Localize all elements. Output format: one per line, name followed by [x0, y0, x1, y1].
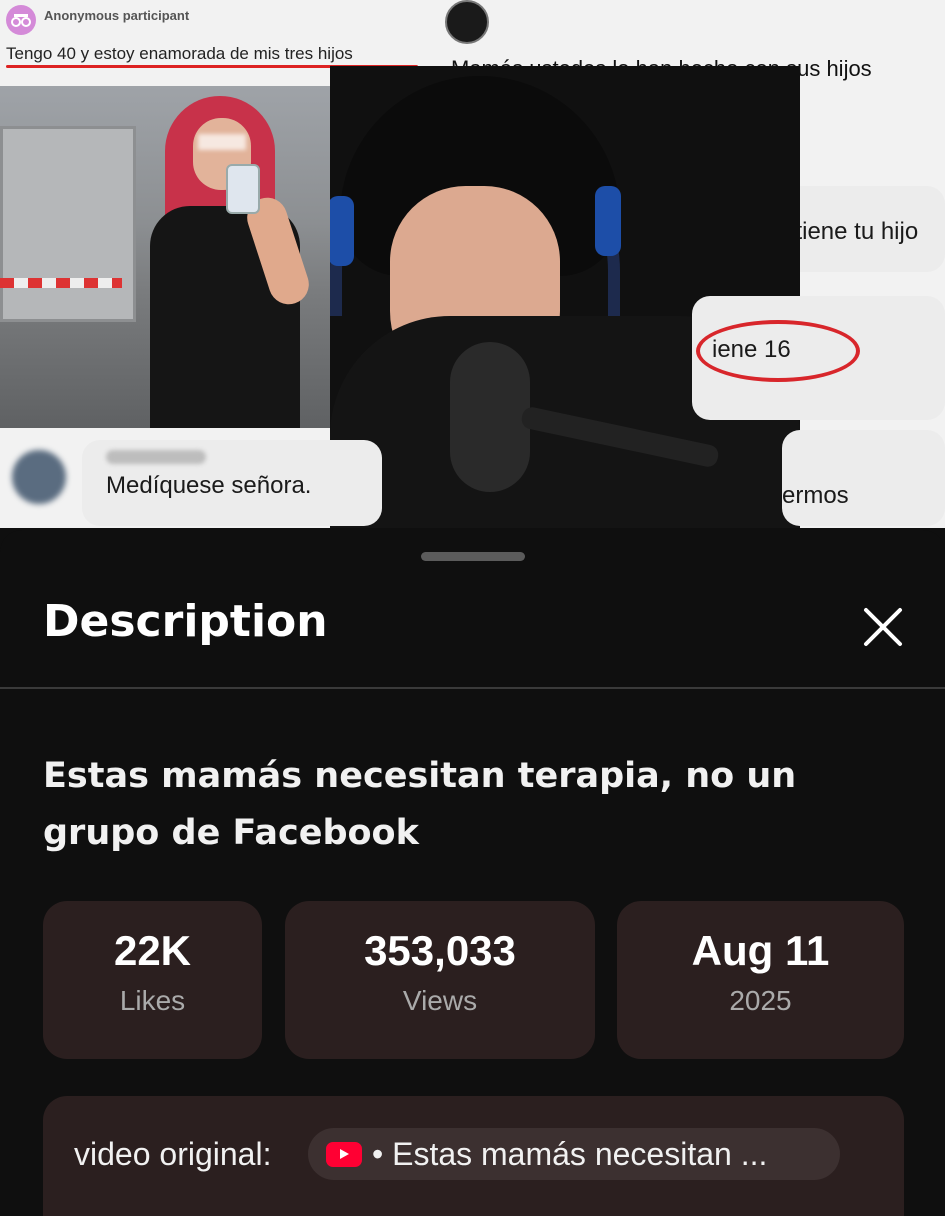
comment-text: ermos: [782, 482, 849, 509]
original-video-title: • Estas mamás necesitan ...: [372, 1135, 768, 1172]
headphone-cup-right: [595, 186, 621, 256]
publish-date: Aug 11: [691, 927, 830, 974]
views-label: Views: [402, 985, 478, 1016]
youtube-icon: [326, 1141, 362, 1167]
close-icon: [864, 608, 902, 646]
likes-count: 22K: [113, 927, 192, 974]
headphone-cup-left: [330, 196, 354, 266]
sheet-title: Description: [43, 596, 328, 647]
anonymous-participant-label: Anonymous participant: [44, 7, 190, 23]
video-frame[interactable]: Anonymous participant Tengo 40 y estoy e…: [0, 0, 945, 528]
post-text: Tengo 40 y estoy enamorada de mis tres h…: [6, 44, 353, 63]
video-title: Estas mamás necesitan terapia, no un gru…: [43, 756, 797, 853]
incognito-icon: [6, 5, 36, 35]
red-circle-annotation: [696, 320, 860, 382]
description-sheet: Description Estas mamás necesitan terapi…: [0, 530, 945, 1216]
comment-bubble: Medíquese señora.: [82, 440, 382, 526]
comment-bubble: ermos: [782, 430, 945, 526]
truck-shape: [0, 126, 136, 322]
views-count: 353,033: [364, 927, 516, 974]
anonymous-header: Anonymous participant: [6, 0, 189, 40]
original-video-label: video original:: [74, 1136, 272, 1172]
drag-handle[interactable]: [421, 552, 525, 561]
description-body: video original: • Estas mamás necesitan …: [43, 1096, 904, 1216]
comment-text: Medíquese señora.: [106, 472, 312, 499]
divider: [0, 687, 945, 689]
commenter-avatar: [445, 0, 489, 44]
likes-label: Likes: [119, 985, 186, 1016]
close-button[interactable]: [852, 596, 914, 658]
microphone: [450, 342, 530, 492]
truck-stripe: [0, 278, 122, 288]
blurred-eyes: [198, 134, 246, 150]
original-video-link[interactable]: • Estas mamás necesitan ...: [308, 1128, 840, 1180]
views-stat: 353,033 Views: [285, 901, 595, 1059]
drink-can: [226, 164, 260, 214]
date-stat: Aug 11 2025: [617, 901, 904, 1059]
woman-photo: [0, 86, 330, 428]
publish-year: 2025: [729, 985, 792, 1016]
blurred-name: [106, 450, 206, 464]
commenter-avatar: [12, 450, 66, 504]
likes-stat: 22K Likes: [43, 901, 262, 1059]
